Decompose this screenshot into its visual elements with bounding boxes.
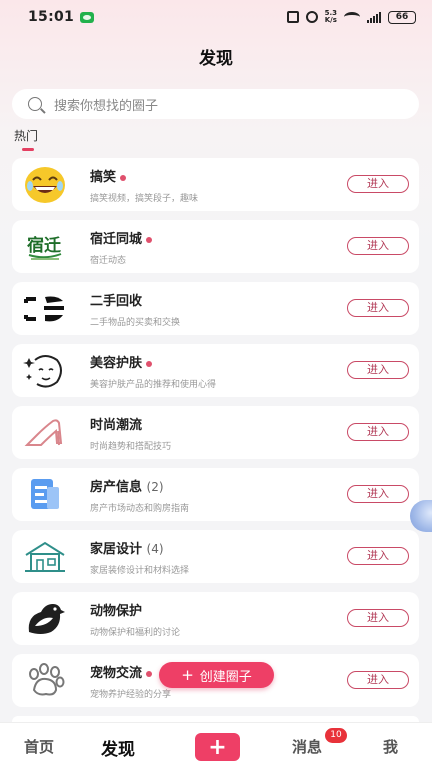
circle-title-text: 二手回收 bbox=[90, 294, 143, 309]
circle-card-beauty[interactable]: 美容护肤 美容护肤产品的推荐和使用心得 进入 bbox=[12, 344, 419, 397]
messages-badge: 10 bbox=[325, 728, 347, 743]
second-hand-icon bbox=[23, 289, 67, 329]
circle-description: 二手物品的买卖和交换 bbox=[90, 318, 181, 328]
tab-me[interactable]: 我 bbox=[383, 736, 398, 757]
laughing-emoji-icon bbox=[23, 165, 67, 205]
bottom-tab-bar: 首页 发现 + 消息 10 我 bbox=[0, 722, 432, 768]
join-button[interactable]: 进入 bbox=[347, 175, 409, 193]
circle-title: 搞笑 bbox=[90, 166, 127, 185]
circle-description: 动物保护和福利的讨论 bbox=[90, 628, 181, 638]
status-time: 15:01 bbox=[28, 9, 75, 25]
circle-card-funny[interactable]: 搞笑 搞笑视频，搞笑段子，趣味 进入 bbox=[12, 158, 419, 211]
circle-title: 动物保护 bbox=[90, 600, 142, 619]
tab-publish-button[interactable]: + bbox=[195, 733, 240, 761]
circle-description: 宿迁动态 bbox=[90, 256, 127, 266]
join-button[interactable]: 进入 bbox=[347, 485, 409, 503]
high-heel-icon bbox=[23, 413, 67, 453]
circle-description: 宠物养护经验的分享 bbox=[90, 690, 172, 700]
circle-card-second-hand[interactable]: 二手回收 二手物品的买卖和交换 进入 bbox=[12, 282, 419, 335]
unread-dot bbox=[146, 670, 153, 677]
circle-card-animal-protection[interactable]: 动物保护 动物保护和福利的讨论 进入 bbox=[12, 592, 419, 645]
tab-discover[interactable]: 发现 bbox=[101, 735, 135, 760]
battery-icon: 66 bbox=[388, 10, 416, 24]
floating-assistant-bubble[interactable] bbox=[410, 500, 432, 532]
bird-icon bbox=[23, 599, 67, 639]
tab-messages[interactable]: 消息 bbox=[292, 736, 322, 757]
wechat-notification-icon bbox=[80, 11, 95, 23]
circle-card-home-design[interactable]: 家居设计 (4) 家居装修设计和材料选择 进入 bbox=[12, 530, 419, 583]
circle-title: 美容护肤 bbox=[90, 352, 153, 371]
status-bar: 15:01 5.3 K/s 66 bbox=[0, 0, 432, 34]
wifi-icon bbox=[344, 12, 360, 22]
page-title: 发现 bbox=[199, 49, 233, 69]
circle-title: 宠物交流 bbox=[90, 662, 153, 681]
circle-title-text: 家居设计 bbox=[90, 542, 143, 557]
circle-title-text: 房产信息 bbox=[90, 480, 143, 495]
join-button[interactable]: 进入 bbox=[347, 609, 409, 627]
tab-home[interactable]: 首页 bbox=[24, 736, 54, 757]
circle-description: 美容护肤产品的推荐和使用心得 bbox=[90, 380, 217, 390]
circle-title-text: 搞笑 bbox=[90, 170, 117, 185]
section-hot-label[interactable]: 热门 bbox=[14, 127, 38, 144]
suqian-logo-text: 宿迁 bbox=[27, 235, 61, 256]
paw-icon bbox=[23, 661, 67, 701]
circle-title-text: 宠物交流 bbox=[90, 666, 143, 681]
signal-icon bbox=[367, 11, 381, 23]
beauty-face-icon bbox=[23, 351, 67, 391]
search-placeholder: 搜索你想找的圈子 bbox=[54, 98, 159, 114]
create-circle-button[interactable]: + 创建圈子 bbox=[159, 662, 274, 688]
search-icon bbox=[28, 97, 42, 111]
circle-member-count: (2) bbox=[146, 480, 164, 494]
join-button[interactable]: 进入 bbox=[347, 237, 409, 255]
circle-card-suqian[interactable]: 宿迁 宿迁同城 宿迁动态 进入 bbox=[12, 220, 419, 273]
circle-title: 二手回收 bbox=[90, 290, 142, 309]
circle-title: 宿迁同城 bbox=[90, 228, 153, 247]
unread-dot bbox=[146, 236, 153, 243]
circle-title: 家居设计 (4) bbox=[90, 538, 164, 557]
network-speed: 5.3 K/s bbox=[325, 10, 337, 24]
document-icon bbox=[23, 475, 67, 515]
circle-title: 时尚潮流 bbox=[90, 414, 142, 433]
join-button[interactable]: 进入 bbox=[347, 423, 409, 441]
unread-dot bbox=[146, 360, 153, 367]
circle-card-real-estate[interactable]: 房产信息 (2) 房产市场动态和购房指南 进入 bbox=[12, 468, 419, 521]
alarm-icon bbox=[305, 11, 318, 23]
circle-title-text: 宿迁同城 bbox=[90, 232, 143, 247]
section-hot-indicator bbox=[22, 148, 34, 151]
circle-title-text: 动物保护 bbox=[90, 604, 143, 619]
circle-description: 时尚趋势和搭配技巧 bbox=[90, 442, 172, 452]
search-input[interactable]: 搜索你想找的圈子 bbox=[12, 89, 419, 119]
suqian-logo-icon: 宿迁 bbox=[23, 227, 67, 267]
status-icons: 5.3 K/s 66 bbox=[286, 10, 416, 24]
plus-icon: + bbox=[181, 665, 194, 684]
join-button[interactable]: 进入 bbox=[347, 671, 409, 689]
circle-title-text: 美容护肤 bbox=[90, 356, 143, 371]
circle-card-fashion[interactable]: 时尚潮流 时尚趋势和搭配技巧 进入 bbox=[12, 406, 419, 459]
circle-title-text: 时尚潮流 bbox=[90, 418, 143, 433]
circle-title: 房产信息 (2) bbox=[90, 476, 164, 495]
join-button[interactable]: 进入 bbox=[347, 361, 409, 379]
circle-description: 房产市场动态和购房指南 bbox=[90, 504, 190, 514]
join-button[interactable]: 进入 bbox=[347, 547, 409, 565]
circle-description: 搞笑视频，搞笑段子，趣味 bbox=[90, 194, 199, 204]
unread-dot bbox=[120, 174, 127, 181]
nfc-icon bbox=[286, 11, 299, 23]
join-button[interactable]: 进入 bbox=[347, 299, 409, 317]
house-icon bbox=[23, 537, 67, 577]
create-circle-label: 创建圈子 bbox=[199, 669, 252, 685]
network-speed-unit: K/s bbox=[324, 16, 337, 24]
circle-member-count: (4) bbox=[146, 542, 164, 556]
circle-description: 家居装修设计和材料选择 bbox=[90, 566, 190, 576]
